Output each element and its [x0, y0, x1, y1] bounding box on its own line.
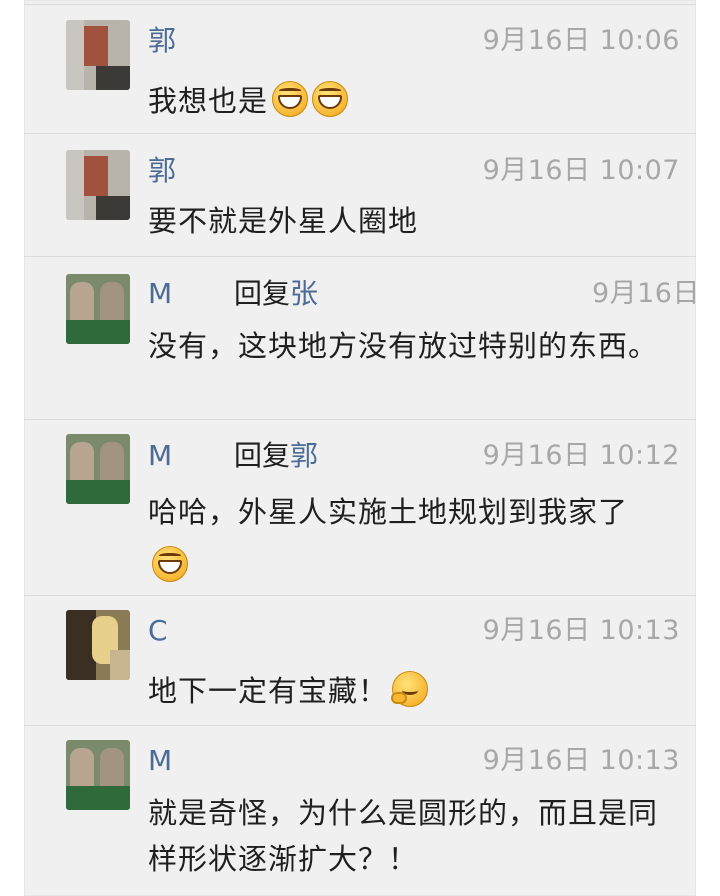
commenter-name[interactable]: C: [148, 614, 168, 648]
grin-emoji-icon: [272, 81, 309, 117]
comment-time: 9月16日 10:06: [482, 25, 680, 56]
commenter-name[interactable]: 郭: [148, 24, 176, 58]
avatar[interactable]: [66, 610, 130, 680]
reply-target-name[interactable]: 张: [290, 277, 318, 310]
comment-text-content: 地下一定有宝藏！: [148, 674, 389, 708]
avatar[interactable]: [66, 20, 130, 90]
commenter-name[interactable]: M: [148, 439, 172, 473]
reply-to: 回复郭: [234, 439, 318, 473]
commenter-name[interactable]: M: [148, 744, 172, 778]
comment-time: 9月16日 10:13: [482, 745, 680, 776]
reply-label: 回复: [234, 439, 291, 472]
grin-emoji-icon: [152, 546, 188, 582]
comment-text: 哈哈，外星人实施土地规划到我家了: [148, 485, 658, 593]
avatar[interactable]: [66, 434, 130, 504]
comment-time: 9月16日: [591, 278, 700, 309]
comment-time: 9月16日 10:13: [482, 615, 680, 646]
comment-text-content: 哈哈，外星人实施土地规划到我家了: [148, 495, 629, 529]
comment-time: 9月16日 10:12: [482, 440, 680, 471]
comment-text: 我想也是: [148, 78, 658, 124]
avatar[interactable]: [66, 740, 130, 810]
thinking-emoji-icon: [391, 671, 429, 707]
avatar[interactable]: [66, 274, 130, 344]
commenter-name[interactable]: 郭: [148, 154, 176, 188]
comment-text: 就是奇怪，为什么是圆形的，而且是同样形状逐渐扩大？！: [148, 796, 659, 876]
reply-to: 回复张: [234, 277, 318, 311]
comment-time: 9月16日 10:07: [482, 155, 680, 186]
grin-emoji-icon: [312, 81, 349, 117]
comment-text: 要不就是外星人圈地: [148, 204, 419, 238]
reply-target-name[interactable]: 郭: [290, 439, 318, 472]
avatar[interactable]: [66, 150, 130, 220]
reply-label: 回复: [234, 277, 291, 310]
comment-text: 没有，这块地方没有放过特别的东西。: [148, 329, 659, 363]
comment-text-content: 我想也是: [148, 84, 269, 118]
commenter-name[interactable]: M: [148, 277, 172, 311]
comment-text: 地下一定有宝藏！: [148, 668, 658, 714]
